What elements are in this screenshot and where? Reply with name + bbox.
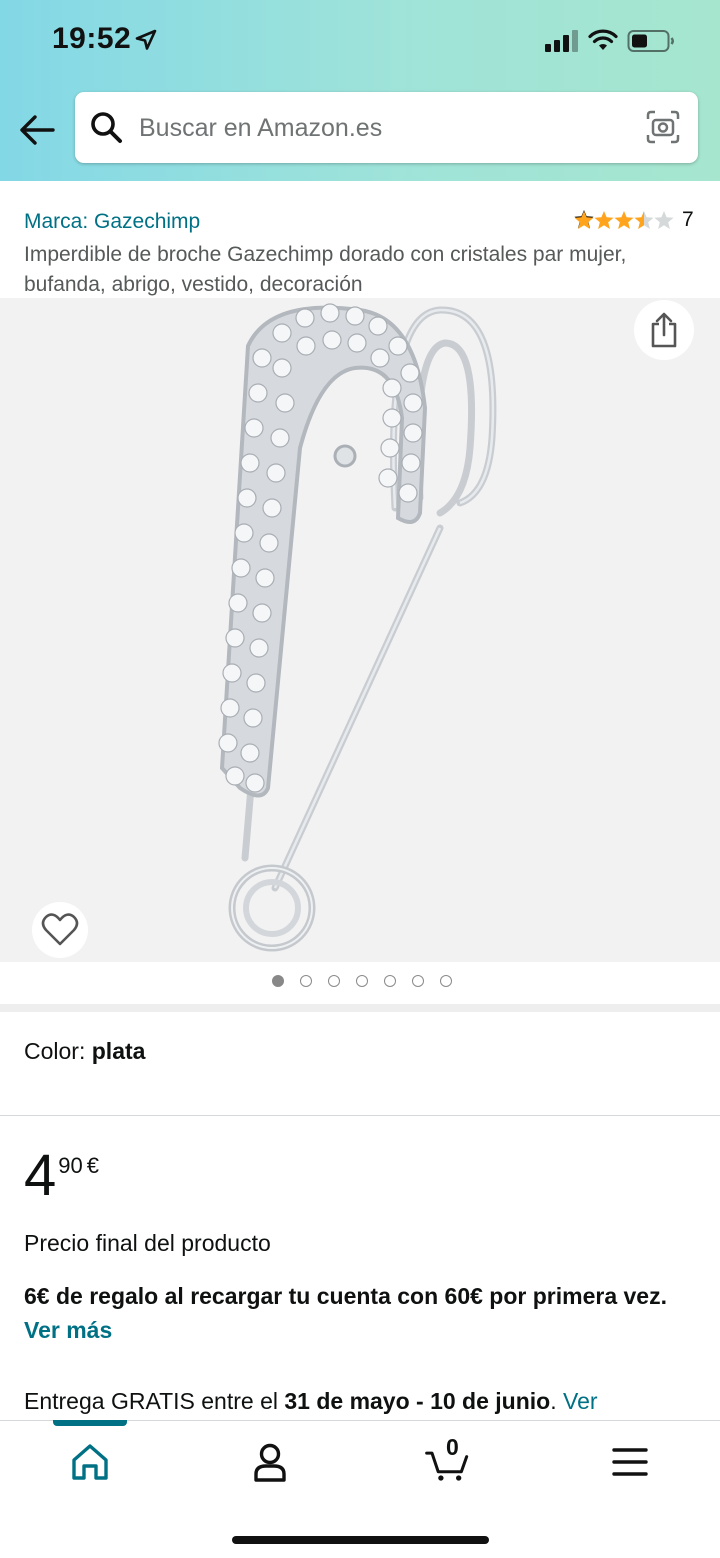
promo-message: 6€ de regalo al recargar tu cuenta con 6… bbox=[24, 1279, 696, 1347]
wifi-icon bbox=[588, 29, 618, 50]
account-tab-icon[interactable] bbox=[246, 1440, 294, 1484]
delivery-link[interactable]: Ver bbox=[563, 1388, 598, 1414]
pager-dot[interactable] bbox=[412, 975, 424, 987]
divider bbox=[0, 1115, 720, 1116]
image-pager[interactable] bbox=[0, 975, 720, 987]
promo-link[interactable]: Ver más bbox=[24, 1317, 112, 1343]
star-rating[interactable]: 7 bbox=[574, 208, 694, 232]
pager-dot[interactable] bbox=[356, 975, 368, 987]
back-arrow-icon[interactable] bbox=[18, 108, 58, 152]
price: 4 90 € bbox=[24, 1145, 99, 1207]
heart-icon bbox=[41, 913, 79, 946]
pager-dot[interactable] bbox=[384, 975, 396, 987]
share-icon bbox=[651, 312, 677, 348]
rating-count: 7 bbox=[682, 208, 694, 231]
active-tab-indicator bbox=[53, 1420, 127, 1426]
pager-dot[interactable] bbox=[328, 975, 340, 987]
delivery-dates: 31 de mayo - 10 de junio bbox=[284, 1388, 551, 1414]
share-button[interactable] bbox=[634, 300, 694, 360]
home-indicator bbox=[232, 1536, 489, 1544]
home-tab-icon[interactable] bbox=[66, 1440, 114, 1484]
section-separator bbox=[0, 1004, 720, 1012]
pager-dot[interactable] bbox=[272, 975, 284, 987]
pager-dot[interactable] bbox=[440, 975, 452, 987]
color-label: Color: bbox=[24, 1038, 92, 1064]
product-image bbox=[218, 303, 497, 952]
final-price-note: Precio final del producto bbox=[24, 1230, 271, 1256]
price-fraction: 90 bbox=[58, 1153, 83, 1178]
menu-tab-icon[interactable] bbox=[606, 1440, 654, 1484]
wishlist-button[interactable] bbox=[32, 902, 88, 958]
color-selector[interactable]: Color: plata bbox=[24, 1038, 145, 1065]
search-icon bbox=[91, 112, 122, 143]
cellular-signal-icon bbox=[545, 30, 578, 52]
pager-dot[interactable] bbox=[300, 975, 312, 987]
cart-count: 0 bbox=[446, 1434, 459, 1460]
delivery-suffix: . bbox=[550, 1388, 563, 1414]
price-currency: € bbox=[86, 1153, 99, 1178]
camera-search-icon[interactable] bbox=[646, 110, 680, 144]
rating-stars-icon bbox=[574, 210, 674, 229]
search-input[interactable] bbox=[137, 104, 631, 152]
location-arrow-icon bbox=[135, 29, 157, 50]
status-time: 19:52 bbox=[52, 22, 132, 55]
delivery-info: Entrega GRATIS entre el 31 de mayo - 10 … bbox=[24, 1388, 704, 1415]
battery-icon bbox=[627, 30, 674, 52]
price-whole: 4 bbox=[24, 1143, 57, 1208]
delivery-prefix: Entrega GRATIS entre el bbox=[24, 1388, 285, 1414]
promo-text: 6€ de regalo al recargar tu cuenta con 6… bbox=[24, 1283, 667, 1309]
color-value: plata bbox=[91, 1038, 146, 1064]
product-image-gallery[interactable] bbox=[0, 298, 720, 962]
search-bar[interactable] bbox=[75, 92, 698, 163]
brand-link[interactable]: Marca: Gazechimp bbox=[24, 210, 200, 234]
product-title: Imperdible de broche Gazechimp dorado co… bbox=[24, 243, 627, 296]
